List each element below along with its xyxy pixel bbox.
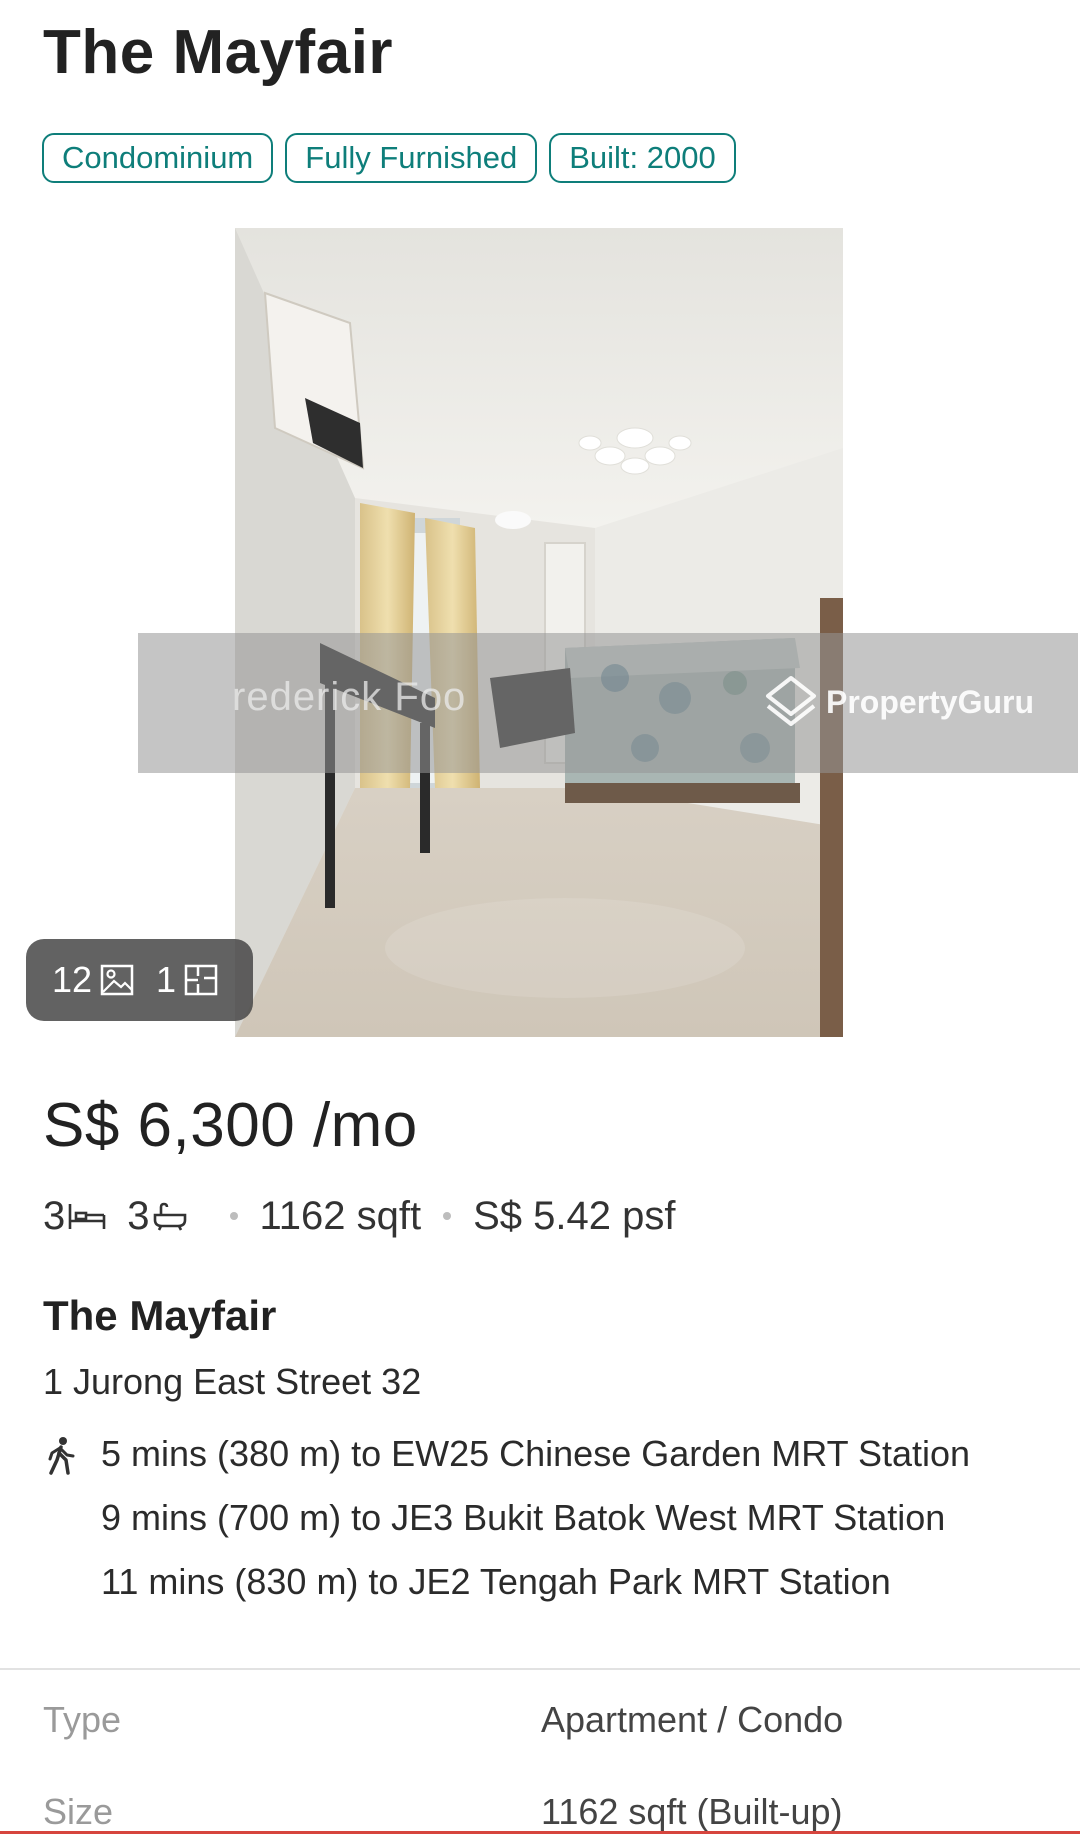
watermark-brand: PropertyGuru xyxy=(762,674,1034,731)
listing-stats: 3 3 1162 sqft S$ 5.42 psf xyxy=(43,1188,675,1244)
tag-furnishing: Fully Furnished xyxy=(285,133,538,183)
tag-list: Condominium Fully Furnished Built: 2000 xyxy=(42,133,736,183)
image-icon xyxy=(100,964,134,996)
watermark-agent-name: rederick Foo xyxy=(232,675,467,719)
floor-size: 1162 sqft xyxy=(259,1194,422,1238)
separator-dot xyxy=(229,1212,238,1220)
project-address: 1 Jurong East Street 32 xyxy=(43,1361,422,1402)
separator-dot xyxy=(443,1212,452,1220)
media-count-badge[interactable]: 12 1 xyxy=(26,939,253,1021)
detail-value-type: Apartment / Condo xyxy=(541,1699,844,1740)
bedroom-count: 3 xyxy=(43,1194,66,1238)
floorplan-count: 1 xyxy=(156,959,177,1000)
bathroom-count: 3 xyxy=(127,1194,150,1238)
photo-count: 12 xyxy=(52,959,93,1000)
listing-price: S$ 6,300 /mo xyxy=(43,1091,418,1160)
tag-property-type: Condominium xyxy=(42,133,274,183)
floorplan-icon xyxy=(184,964,218,996)
bed-icon xyxy=(67,1201,107,1231)
section-divider xyxy=(0,1668,1080,1670)
tag-built-year: Built: 2000 xyxy=(549,133,736,183)
detail-label-size: Size xyxy=(43,1791,114,1832)
project-name[interactable]: The Mayfair xyxy=(43,1290,276,1342)
mrt-list: 5 mins (380 m) to EW25 Chinese Garden MR… xyxy=(101,1428,970,1620)
detail-value-size: 1162 sqft (Built-up) xyxy=(541,1791,843,1832)
mrt-item: 11 mins (830 m) to JE2 Tengah Park MRT S… xyxy=(101,1561,891,1602)
detail-label-type: Type xyxy=(43,1699,122,1740)
watermark-brand-text: PropertyGuru xyxy=(826,684,1035,720)
mrt-item: 5 mins (380 m) to EW25 Chinese Garden MR… xyxy=(101,1433,971,1474)
mrt-item: 9 mins (700 m) to JE3 Bukit Batok West M… xyxy=(101,1497,946,1538)
listing-title: The Mayfair xyxy=(43,18,394,87)
price-per-sqft: S$ 5.42 psf xyxy=(473,1194,676,1238)
propertyguru-logo-icon xyxy=(762,674,820,731)
walking-person-icon xyxy=(44,1436,78,1481)
bathtub-icon xyxy=(152,1201,188,1231)
